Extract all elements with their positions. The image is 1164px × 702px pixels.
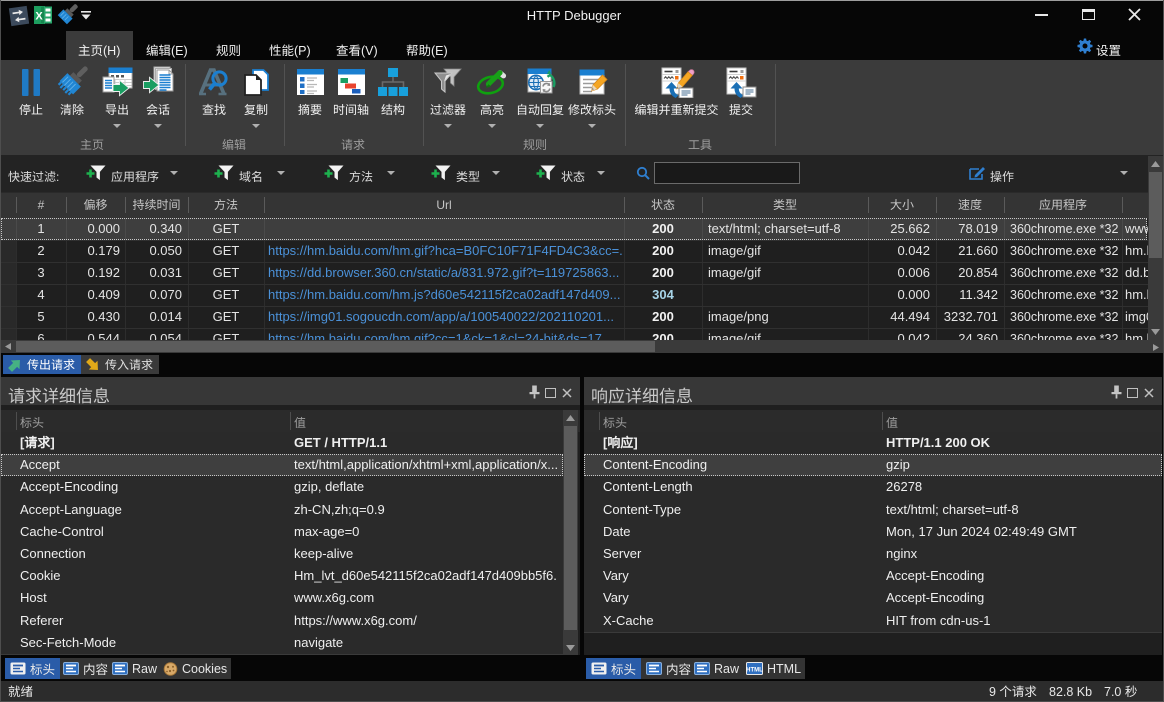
svg-text:HTML: HTML (746, 667, 763, 673)
